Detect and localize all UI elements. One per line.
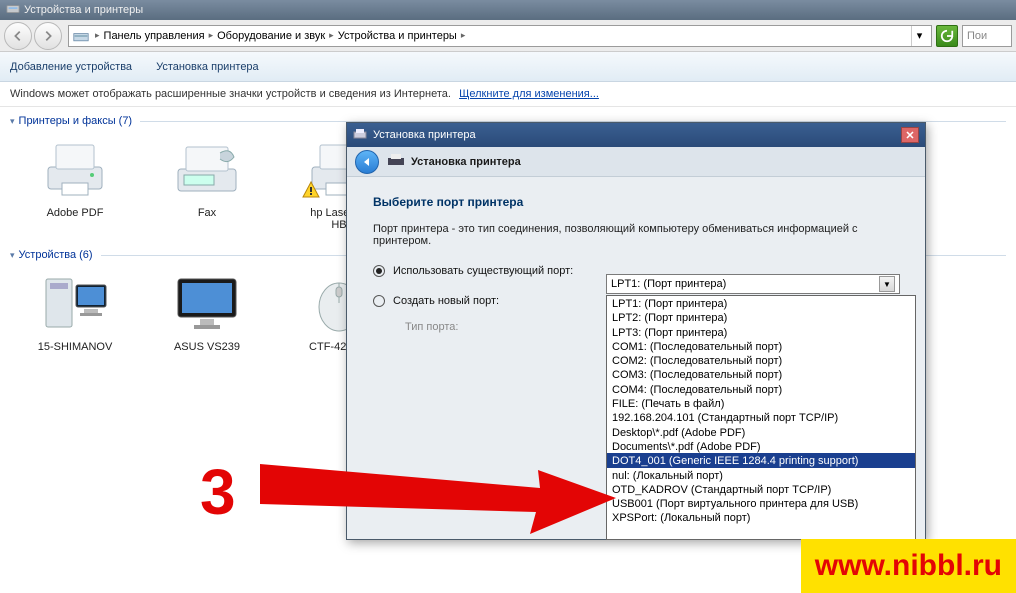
radio-selected-icon[interactable] — [373, 265, 385, 277]
breadcrumb-seg3[interactable]: Устройства и принтеры — [338, 30, 457, 42]
chevron-right-icon: ▸ — [461, 30, 466, 41]
dialog-heading: Выберите порт принтера — [373, 195, 899, 209]
device-item[interactable]: Adobe PDF — [24, 137, 126, 231]
port-option[interactable]: COM2: (Последовательный порт) — [607, 353, 915, 367]
port-option[interactable]: LPT1: (Порт принтера) — [607, 296, 915, 310]
port-option[interactable]: 192.168.204.101 (Стандартный порт TCP/IP… — [607, 410, 915, 424]
install-printer-button[interactable]: Установка принтера — [156, 61, 259, 73]
monitor-icon — [168, 271, 246, 335]
dialog-description: Порт принтера - это тип соединения, позв… — [373, 223, 899, 247]
port-option[interactable]: LPT3: (Порт принтера) — [607, 325, 915, 339]
port-type-label: Тип порта: — [405, 321, 458, 333]
info-link[interactable]: Щелкните для изменения... — [459, 88, 599, 100]
dialog-title: Установка принтера — [373, 129, 476, 141]
navigation-bar: ▸ Панель управления ▸ Оборудование и зву… — [0, 20, 1016, 52]
search-placeholder: Пои — [967, 30, 987, 42]
radio-icon[interactable] — [373, 295, 385, 307]
port-option[interactable]: COM3: (Последовательный порт) — [607, 367, 915, 381]
printer-icon — [353, 128, 367, 143]
printer-icon — [387, 153, 405, 170]
warning-icon — [302, 181, 320, 199]
printer-icon — [36, 137, 114, 201]
back-button[interactable] — [355, 150, 379, 174]
window-icon — [6, 2, 20, 19]
port-option[interactable]: Documents\*.pdf (Adobe PDF) — [607, 439, 915, 453]
port-option[interactable]: COM4: (Последовательный порт) — [607, 382, 915, 396]
close-button[interactable]: ✕ — [901, 127, 919, 143]
port-select[interactable]: LPT1: (Порт принтера) ▼ — [606, 274, 900, 294]
window-title: Устройства и принтеры — [24, 4, 143, 16]
collapse-icon: ▾ — [10, 116, 15, 127]
info-bar: Windows может отображать расширенные зна… — [0, 82, 1016, 107]
device-label: 15-SHIMANOV — [24, 341, 126, 353]
group-label: Принтеры и факсы (7) — [19, 115, 133, 127]
device-label: Fax — [156, 207, 258, 219]
command-bar: Добавление устройства Установка принтера — [0, 52, 1016, 82]
folder-icon — [73, 29, 89, 43]
watermark: www.nibbl.ru — [801, 539, 1016, 593]
nav-back-button[interactable] — [4, 22, 32, 50]
chevron-down-icon[interactable]: ▼ — [879, 276, 895, 292]
info-text: Windows может отображать расширенные зна… — [10, 88, 451, 100]
dialog-body: Выберите порт принтера Порт принтера - э… — [347, 177, 925, 539]
port-option[interactable]: COM1: (Последовательный порт) — [607, 339, 915, 353]
port-dropdown-list[interactable]: LPT1: (Порт принтера)LPT2: (Порт принтер… — [606, 295, 916, 540]
chevron-right-icon: ▸ — [95, 30, 100, 41]
port-option[interactable]: USB001 (Порт виртуального принтера для U… — [607, 496, 915, 510]
port-option[interactable]: XPSPort: (Локальный порт) — [607, 510, 915, 524]
port-option[interactable]: OTD_KADROV (Стандартный порт TCP/IP) — [607, 482, 915, 496]
option-label: Создать новый порт: — [393, 295, 499, 307]
port-option[interactable]: FILE: (Печать в файл) — [607, 396, 915, 410]
collapse-icon: ▾ — [10, 250, 15, 261]
port-option[interactable]: LPT2: (Порт принтера) — [607, 310, 915, 324]
chevron-right-icon: ▸ — [329, 30, 334, 41]
device-item[interactable]: Fax — [156, 137, 258, 231]
search-input[interactable]: Пои — [962, 25, 1012, 47]
dialog-titlebar[interactable]: Установка принтера ✕ — [347, 123, 925, 147]
nav-forward-button[interactable] — [34, 22, 62, 50]
port-option[interactable]: nul: (Локальный порт) — [607, 468, 915, 482]
port-option[interactable]: DOT4_001 (Generic IEEE 1284.4 printing s… — [607, 453, 915, 467]
port-option[interactable]: Desktop\*.pdf (Adobe PDF) — [607, 425, 915, 439]
dialog-subheader: Установка принтера — [347, 147, 925, 177]
fax-icon — [168, 137, 246, 201]
port-select-value: LPT1: (Порт принтера) — [611, 278, 726, 290]
group-label: Устройства (6) — [19, 249, 93, 261]
address-dropdown-icon[interactable]: ▾ — [911, 26, 927, 46]
breadcrumb-seg1[interactable]: Панель управления — [104, 30, 205, 42]
device-item[interactable]: 15-SHIMANOV — [24, 271, 126, 353]
option-label: Использовать существующий порт: — [393, 265, 573, 277]
add-device-button[interactable]: Добавление устройства — [10, 61, 132, 73]
install-printer-dialog: Установка принтера ✕ Установка принтера … — [346, 122, 926, 540]
refresh-button[interactable] — [936, 25, 958, 47]
window-titlebar: Устройства и принтеры — [0, 0, 1016, 20]
device-item[interactable]: ASUS VS239 — [156, 271, 258, 353]
annotation-step-number: 3 — [200, 455, 236, 529]
dialog-subtitle: Установка принтера — [411, 156, 521, 168]
device-label: ASUS VS239 — [156, 341, 258, 353]
computer-icon — [36, 271, 114, 335]
breadcrumb-seg2[interactable]: Оборудование и звук — [217, 30, 325, 42]
device-label: Adobe PDF — [24, 207, 126, 219]
chevron-right-icon: ▸ — [209, 30, 214, 41]
address-bar[interactable]: ▸ Панель управления ▸ Оборудование и зву… — [68, 25, 932, 47]
